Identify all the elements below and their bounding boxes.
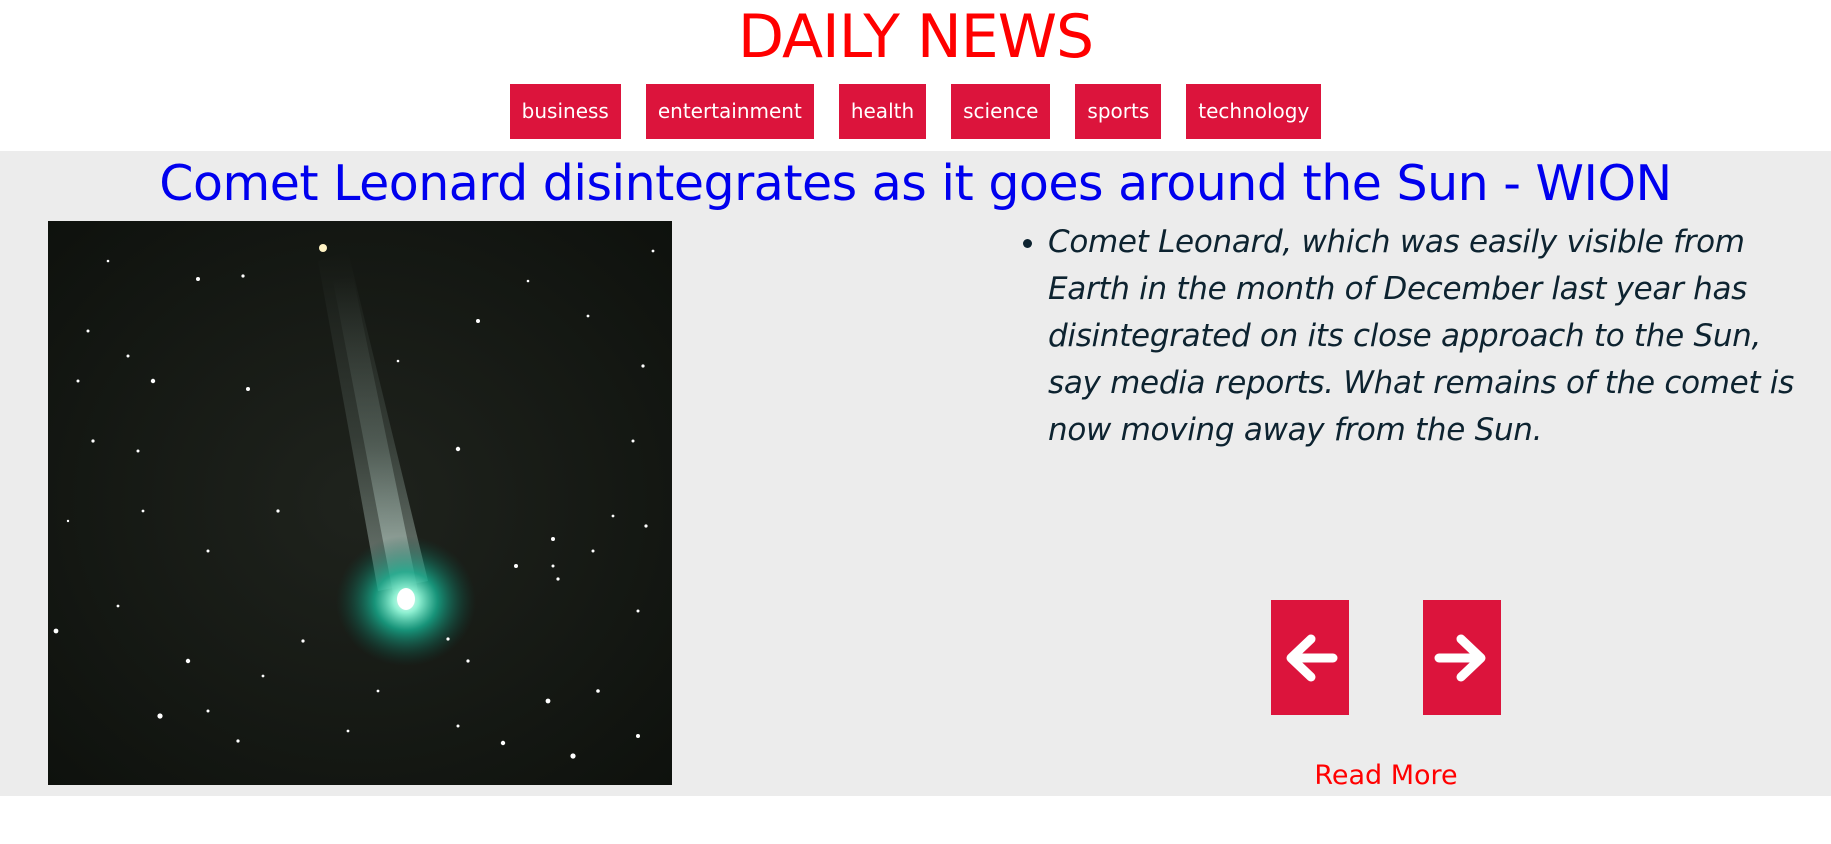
nav-technology-button[interactable]: technology [1186,84,1322,139]
article-summary-list: Comet Leonard, which was easily visible … [1020,219,1808,454]
article-summary: Comet Leonard, which was easily visible … [1048,219,1808,454]
nav-health-button[interactable]: health [838,84,927,139]
read-more-link[interactable]: Read More [1250,758,1522,794]
previous-article-button[interactable] [1271,600,1349,715]
article-image [48,221,672,785]
nav-business-button[interactable]: business [509,84,621,139]
site-title: DAILY NEWS [737,2,1094,72]
site-header: DAILY NEWS business entertainment health… [0,0,1831,151]
article-headline: Comet Leonard disintegrates as it goes a… [159,155,1672,212]
nav-science-button[interactable]: science [951,84,1051,139]
category-nav: business entertainment health science sp… [0,84,1831,139]
nav-sports-button[interactable]: sports [1075,84,1162,139]
arrow-left-icon [1286,634,1338,681]
arrow-right-icon [1434,634,1486,681]
comet-image [48,221,672,785]
next-article-button[interactable] [1423,600,1501,715]
nav-entertainment-button[interactable]: entertainment [645,84,814,139]
news-card: Comet Leonard disintegrates as it goes a… [0,151,1831,796]
